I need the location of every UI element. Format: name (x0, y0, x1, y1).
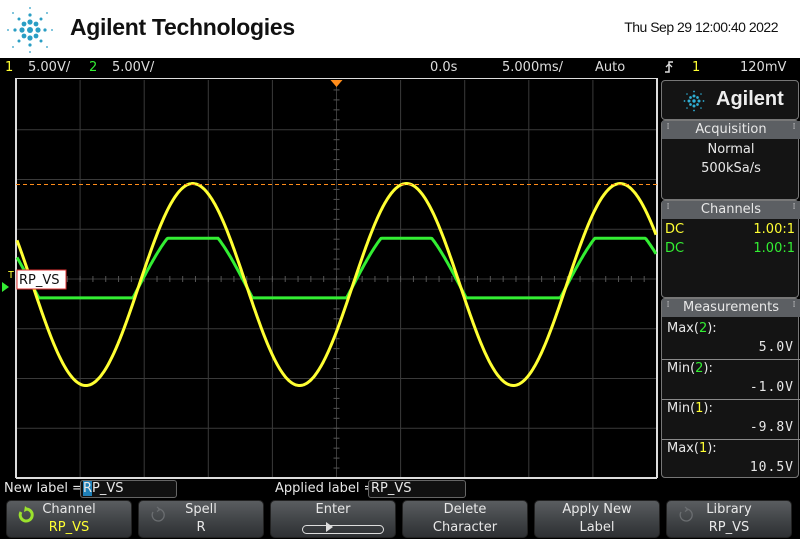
measurement-suffix: ): (707, 321, 717, 336)
trigger-mode[interactable]: Auto (595, 60, 625, 75)
trigger-level[interactable]: 120mV (740, 60, 786, 75)
measurement-name: Min( (667, 401, 696, 416)
softkey-label: Delete (443, 502, 487, 517)
grip-icon: ⁞ (666, 300, 670, 310)
library-softkey[interactable]: Library RP_VS (666, 500, 792, 538)
grip-icon: ⁞ (792, 202, 796, 212)
ch1-coupling: DC (665, 222, 685, 237)
brand-title: Agilent Technologies (70, 14, 295, 40)
waveform-canvas[interactable]: T RP_VS (0, 78, 660, 480)
softkey-value: RP_VS (708, 520, 750, 535)
ch2-coupling: DC (665, 241, 685, 256)
measurement-item: Min(1): -9.8V (662, 399, 800, 439)
measurement-value: -1.0V (749, 380, 794, 395)
channel-1-row: DC 1.00:1 (665, 222, 795, 237)
enter-bar-icon (302, 525, 384, 534)
measurements-header: ⁞ Measurements ⁞ (662, 299, 800, 317)
channel-label-text: RP_VS (19, 273, 60, 288)
new-label-rest: P_VS (92, 481, 124, 496)
softkey-value: RP_VS (48, 520, 90, 535)
acquisition-mode: Normal (707, 142, 755, 157)
agilent-spark-logo-icon (683, 90, 705, 112)
time-scale[interactable]: 5.000ms/ (502, 60, 563, 75)
measurement-channel: 1 (698, 441, 708, 456)
channels-header: ⁞ Channels ⁞ (662, 201, 800, 219)
ch2-ground-marker-icon (2, 282, 9, 292)
cursor-character: R (83, 481, 93, 496)
agilent-spark-logo-icon (7, 7, 53, 53)
measurement-suffix: ): (707, 441, 717, 456)
measurements-box[interactable]: ⁞ Measurements ⁞ Max(2): 5.0V Min(2): -1… (661, 298, 800, 479)
apply-new-label-softkey[interactable]: Apply New Label (534, 500, 660, 538)
measurements-title: Measurements (682, 300, 780, 315)
waveform-display[interactable]: T RP_VS (0, 78, 660, 480)
trigger-marker-label: T (8, 270, 14, 281)
channels-box[interactable]: ⁞ Channels ⁞ DC 1.00:1 DC 1.00:1 (661, 200, 800, 298)
grip-icon: ⁞ (666, 202, 670, 212)
acquisition-header: ⁞ Acquisition ⁞ (662, 121, 800, 139)
ch1-scale[interactable]: 5.00V/ (28, 60, 70, 75)
softkey-label: Channel (42, 502, 96, 517)
trigger-source[interactable]: 1 (692, 60, 700, 75)
softkey-label: Enter (315, 502, 351, 517)
channel-softkey[interactable]: Channel RP_VS (6, 500, 132, 538)
softkey-label: Spell (185, 502, 217, 517)
enter-softkey[interactable]: Enter (270, 500, 396, 538)
date-time: Thu Sep 29 12:00:40 2022 (624, 19, 778, 35)
softkey-label: Apply New (562, 502, 632, 517)
new-label-prefix: New label = (4, 481, 83, 496)
ch1-number[interactable]: 1 (5, 60, 13, 75)
measurement-name: Max( (667, 321, 699, 336)
status-bar: 1 5.00V/ 2 5.00V/ 0.0s 5.000ms/ Auto 1 1… (0, 58, 800, 78)
measurement-item: Max(2): 5.0V (662, 319, 800, 359)
measurement-name: Min( (667, 361, 696, 376)
measurement-name: Max( (667, 441, 699, 456)
measurement-channel: 2 (698, 321, 708, 336)
ch1-probe: 1.00:1 (753, 222, 795, 237)
softkey-label: Library (706, 502, 752, 517)
rising-edge-icon (664, 60, 674, 78)
softkey-label-2: Label (579, 520, 615, 535)
softkey-value: R (196, 520, 206, 535)
measurement-item: Max(1): 10.5V (662, 439, 800, 479)
arrow-right-icon (326, 522, 333, 532)
ch2-probe: 1.00:1 (753, 241, 795, 256)
agilent-brand-box: Agilent (661, 80, 799, 120)
label-entry-line: New label = RP_VS Applied label = RP_VS (0, 480, 800, 499)
channels-title: Channels (700, 202, 762, 217)
acquisition-title: Acquisition (695, 122, 767, 137)
grip-icon: ⁞ (792, 300, 796, 310)
channel-2-row: DC 1.00:1 (665, 241, 795, 256)
agilent-brand-text: Agilent (716, 88, 784, 110)
trigger-position-icon (330, 80, 343, 87)
softkey-bar: Channel RP_VS Spell R Enter Delete Chara… (0, 499, 800, 539)
acquisition-box[interactable]: ⁞ Acquisition ⁞ Normal 500kSa/s (661, 120, 800, 200)
sample-rate: 500kSa/s (701, 161, 761, 176)
softkey-label-2: Character (432, 520, 498, 535)
side-panel: Agilent ⁞ Acquisition ⁞ Normal 500kSa/s … (660, 78, 800, 480)
grip-icon: ⁞ (792, 122, 796, 132)
measurement-value: -9.8V (749, 420, 794, 435)
spell-softkey[interactable]: Spell R (138, 500, 264, 538)
measurement-value: 10.5V (749, 460, 794, 475)
delete-character-softkey[interactable]: Delete Character (402, 500, 528, 538)
measurement-value: 5.0V (758, 340, 794, 355)
header-bar: Agilent Technologies Thu Sep 29 12:00:40… (0, 0, 800, 58)
time-delay[interactable]: 0.0s (430, 60, 457, 75)
measurement-suffix: ): (703, 401, 713, 416)
graticule-grid (15, 78, 658, 479)
ch2-scale[interactable]: 5.00V/ (112, 60, 154, 75)
applied-label-value: RP_VS (368, 480, 466, 498)
measurement-suffix: ): (703, 361, 713, 376)
new-label-input[interactable]: RP_VS (80, 480, 177, 498)
measurement-item: Min(2): -1.0V (662, 359, 800, 399)
ch2-number[interactable]: 2 (89, 60, 97, 75)
applied-label-prefix: Applied label = (275, 481, 375, 496)
grip-icon: ⁞ (666, 122, 670, 132)
